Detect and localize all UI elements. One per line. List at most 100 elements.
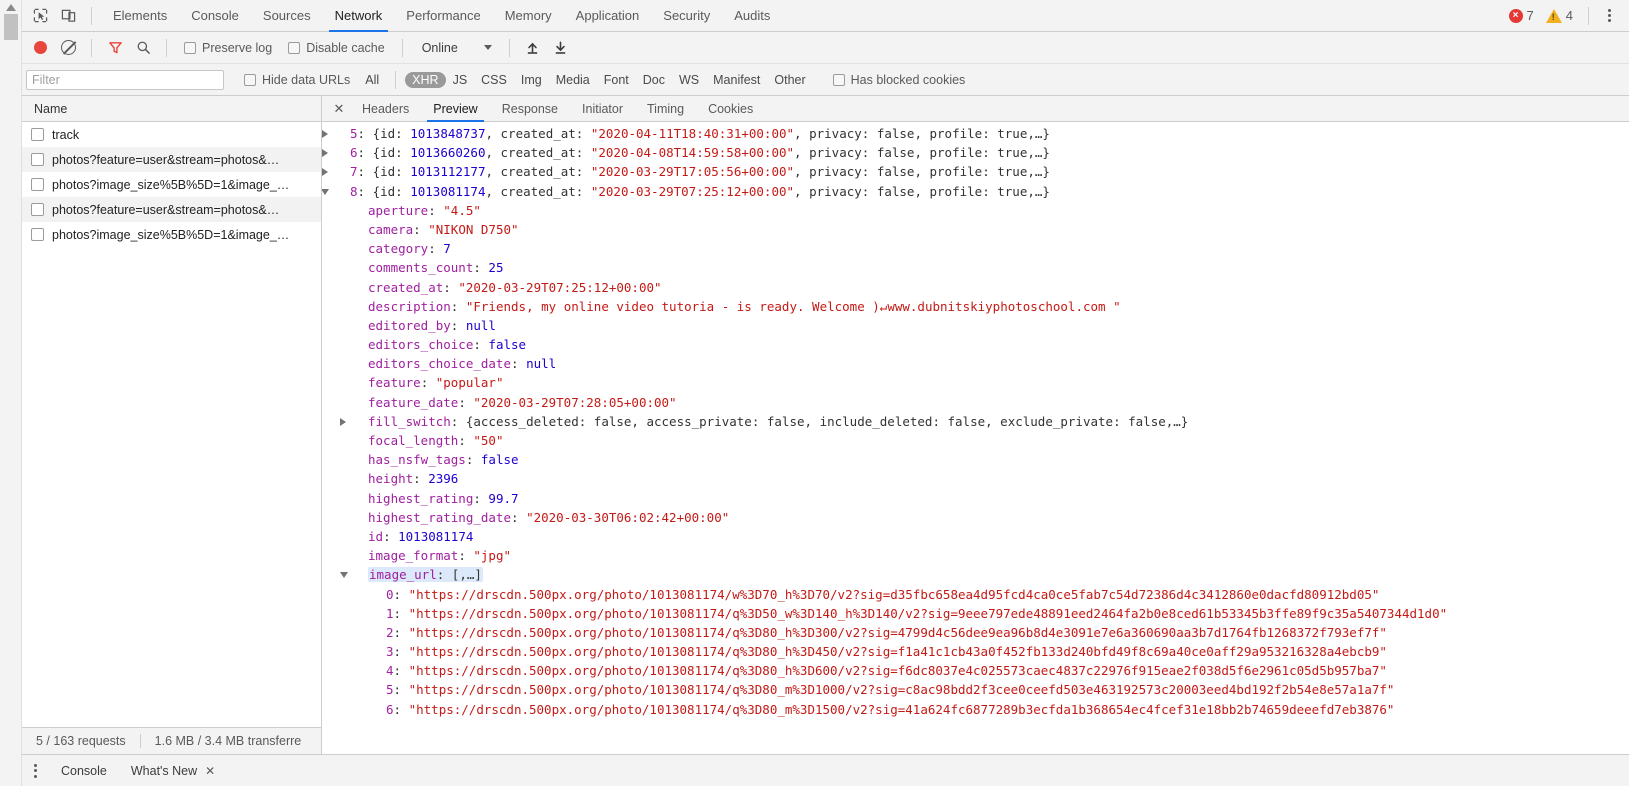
- json-prop-focal-length[interactable]: focal_length: "50": [322, 431, 1629, 450]
- scroll-up-arrow-icon[interactable]: [6, 4, 16, 11]
- collapse-triangle-icon[interactable]: [322, 189, 329, 199]
- json-array-item-1[interactable]: 1: "https://drscdn.500px.org/photo/10130…: [322, 604, 1629, 623]
- json-prop-id[interactable]: id: 1013081174: [322, 527, 1629, 546]
- filter-input[interactable]: [26, 70, 224, 90]
- more-options-icon[interactable]: [1598, 9, 1621, 22]
- scrollbar-thumb[interactable]: [4, 14, 18, 40]
- type-filter-media[interactable]: Media: [549, 72, 597, 88]
- clear-button[interactable]: [54, 34, 82, 62]
- throttling-select[interactable]: Online: [412, 41, 500, 55]
- close-icon[interactable]: ✕: [205, 764, 215, 778]
- close-detail-icon[interactable]: ✕: [328, 98, 350, 120]
- hide-data-urls-checkbox[interactable]: Hide data URLs: [236, 73, 358, 87]
- json-prop-highest-rating-date[interactable]: highest_rating_date: "2020-03-30T06:02:4…: [322, 508, 1629, 527]
- type-filter-ws[interactable]: WS: [672, 72, 706, 88]
- record-button[interactable]: [26, 34, 54, 62]
- json-array-item-4[interactable]: 4: "https://drscdn.500px.org/photo/10130…: [322, 661, 1629, 680]
- blocked-cookies-checkbox[interactable]: Has blocked cookies: [825, 73, 974, 87]
- json-prop-editors-choice-date[interactable]: editors_choice_date: null: [322, 354, 1629, 373]
- detail-tab-initiator[interactable]: Initiator: [570, 96, 635, 122]
- json-array-item-2[interactable]: 2: "https://drscdn.500px.org/photo/10130…: [322, 623, 1629, 642]
- tab-sources[interactable]: Sources: [251, 0, 323, 32]
- inspect-element-icon[interactable]: [26, 2, 54, 30]
- type-filter-xhr[interactable]: XHR: [405, 72, 445, 88]
- request-checkbox-icon[interactable]: [31, 128, 44, 141]
- json-prop-image-format[interactable]: image_format: "jpg": [322, 546, 1629, 565]
- tab-application[interactable]: Application: [564, 0, 652, 32]
- drawer-tab-console[interactable]: Console: [49, 764, 119, 778]
- json-row-7[interactable]: 7: {id: 1013112177, created_at: "2020-03…: [322, 162, 1629, 181]
- collapse-triangle-icon[interactable]: [340, 572, 348, 582]
- json-prop-camera[interactable]: camera: "NIKON D750": [322, 220, 1629, 239]
- json-prop-height[interactable]: height: 2396: [322, 469, 1629, 488]
- tab-performance[interactable]: Performance: [394, 0, 492, 32]
- import-har-button[interactable]: [519, 34, 547, 62]
- type-filter-other[interactable]: Other: [767, 72, 812, 88]
- type-filter-font[interactable]: Font: [597, 72, 636, 88]
- request-row-photos-feature-2[interactable]: photos?feature=user&stream=photos&…: [22, 197, 321, 222]
- preserve-log-checkbox[interactable]: Preserve log: [176, 41, 280, 55]
- json-prop-has-nsfw-tags[interactable]: has_nsfw_tags: false: [322, 450, 1629, 469]
- filter-toggle-button[interactable]: [101, 34, 129, 62]
- type-filter-css[interactable]: CSS: [474, 72, 514, 88]
- json-prop-fill-switch[interactable]: fill_switch: {access_deleted: false, acc…: [322, 412, 1629, 431]
- drawer-more-icon[interactable]: [26, 764, 49, 778]
- expand-triangle-icon[interactable]: [322, 149, 328, 157]
- type-filter-manifest[interactable]: Manifest: [706, 72, 767, 88]
- json-array-item-0[interactable]: 0: "https://drscdn.500px.org/photo/10130…: [322, 585, 1629, 604]
- json-prop-editors-choice[interactable]: editors_choice: false: [322, 335, 1629, 354]
- json-array-item-6[interactable]: 6: "https://drscdn.500px.org/photo/10130…: [322, 700, 1629, 719]
- search-button[interactable]: [129, 34, 157, 62]
- request-checkbox-icon[interactable]: [31, 153, 44, 166]
- json-row-5[interactable]: 5: {id: 1013848737, created_at: "2020-04…: [322, 124, 1629, 143]
- detail-tab-timing[interactable]: Timing: [635, 96, 696, 122]
- json-prop-feature[interactable]: feature: "popular": [322, 373, 1629, 392]
- detail-tab-cookies[interactable]: Cookies: [696, 96, 765, 122]
- request-checkbox-icon[interactable]: [31, 203, 44, 216]
- request-checkbox-icon[interactable]: [31, 228, 44, 241]
- detail-tab-headers[interactable]: Headers: [350, 96, 421, 122]
- tab-audits[interactable]: Audits: [722, 0, 782, 32]
- json-array-item-3[interactable]: 3: "https://drscdn.500px.org/photo/10130…: [322, 642, 1629, 661]
- error-counter[interactable]: × 7: [1503, 8, 1540, 23]
- json-prop-editored-by[interactable]: editored_by: null: [322, 316, 1629, 335]
- tab-network[interactable]: Network: [323, 0, 395, 32]
- expand-triangle-icon[interactable]: [340, 418, 346, 426]
- json-prop-feature-date[interactable]: feature_date: "2020-03-29T07:28:05+00:00…: [322, 393, 1629, 412]
- json-row-8[interactable]: 8: {id: 1013081174, created_at: "2020-03…: [322, 182, 1629, 201]
- page-scroll-rail[interactable]: [0, 0, 22, 786]
- export-har-button[interactable]: [547, 34, 575, 62]
- request-row-photos-imagesize-1[interactable]: photos?image_size%5B%5D=1&image_…: [22, 172, 321, 197]
- device-toolbar-icon[interactable]: [54, 2, 82, 30]
- tab-security[interactable]: Security: [651, 0, 722, 32]
- drawer-tab-whats-new[interactable]: What's New ✕: [119, 764, 227, 778]
- request-column-header[interactable]: Name: [22, 96, 321, 122]
- json-preview[interactable]: 5: {id: 1013848737, created_at: "2020-04…: [322, 122, 1629, 754]
- type-filter-js[interactable]: JS: [446, 72, 475, 88]
- type-filter-doc[interactable]: Doc: [636, 72, 672, 88]
- json-array-item-5[interactable]: 5: "https://drscdn.500px.org/photo/10130…: [322, 680, 1629, 699]
- json-prop-description[interactable]: description: "Friends, my online video t…: [322, 297, 1629, 316]
- request-row-photos-feature-1[interactable]: photos?feature=user&stream=photos&…: [22, 147, 321, 172]
- detail-tab-preview[interactable]: Preview: [421, 96, 489, 122]
- type-filter-img[interactable]: Img: [514, 72, 549, 88]
- disable-cache-checkbox[interactable]: Disable cache: [280, 41, 393, 55]
- tab-memory[interactable]: Memory: [493, 0, 564, 32]
- request-row-track[interactable]: track: [22, 122, 321, 147]
- tab-elements[interactable]: Elements: [101, 0, 179, 32]
- json-prop-highest-rating[interactable]: highest_rating: 99.7: [322, 489, 1629, 508]
- json-prop-created-at[interactable]: created_at: "2020-03-29T07:25:12+00:00": [322, 278, 1629, 297]
- json-prop-aperture[interactable]: aperture: "4.5": [322, 201, 1629, 220]
- expand-triangle-icon[interactable]: [322, 130, 328, 138]
- request-row-photos-imagesize-2[interactable]: photos?image_size%5B%5D=1&image_…: [22, 222, 321, 247]
- json-row-6[interactable]: 6: {id: 1013660260, created_at: "2020-04…: [322, 143, 1629, 162]
- request-checkbox-icon[interactable]: [31, 178, 44, 191]
- json-prop-image-url[interactable]: image_url: [,…]: [322, 565, 1629, 584]
- json-prop-comments-count[interactable]: comments_count: 25: [322, 258, 1629, 277]
- tab-console[interactable]: Console: [179, 0, 251, 32]
- detail-tab-response[interactable]: Response: [490, 96, 570, 122]
- expand-triangle-icon[interactable]: [322, 168, 328, 176]
- json-prop-category[interactable]: category: 7: [322, 239, 1629, 258]
- request-list[interactable]: track photos?feature=user&stream=photos&…: [22, 122, 321, 727]
- type-filter-all[interactable]: All: [358, 72, 386, 88]
